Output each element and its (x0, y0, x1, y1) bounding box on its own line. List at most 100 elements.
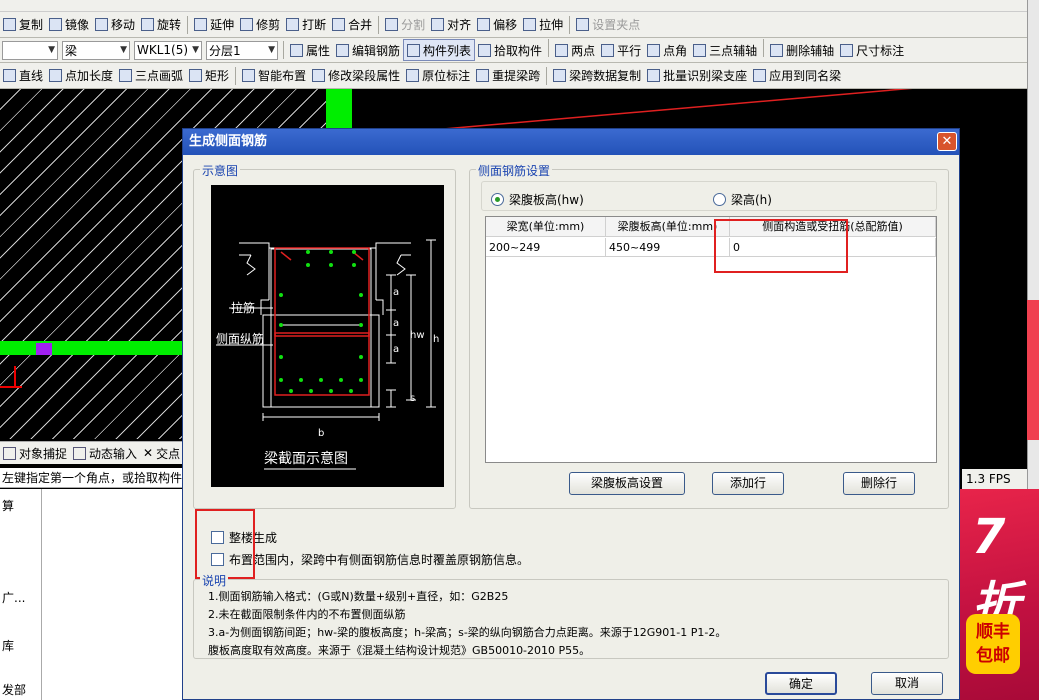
toolbar-label: 旋转 (157, 18, 182, 32)
toolbar-top-strip (0, 0, 1027, 12)
snap-icon (3, 446, 16, 460)
rebar-table[interactable]: 梁宽(单位:mm) 梁腹板高(单位:mm) 侧面构造或受扭筋(总配筋值) 200… (485, 216, 937, 463)
rect-button[interactable]: 矩形 (186, 65, 232, 87)
property-button[interactable]: 属性 (287, 39, 333, 61)
toolbar-label: 原位标注 (422, 69, 471, 83)
intersect-toggle[interactable]: ✕ 交点 (140, 442, 183, 464)
toolbar-label: 点加长度 (65, 69, 114, 83)
modify-span-icon (312, 69, 326, 82)
radio-web-height[interactable]: 梁腹板高(hw) (491, 191, 584, 208)
toolbar-label: 尺寸标注 (856, 43, 905, 58)
dynamic-input-toggle[interactable]: 动态输入 (70, 442, 140, 464)
ad-banner[interactable]: 7折 顺丰 包邮 (960, 489, 1039, 700)
axis-y-icon (14, 366, 16, 386)
toolbar-label: 编辑钢筋 (352, 43, 401, 58)
delete-row-button[interactable]: 删除行 (843, 472, 915, 495)
toolbar-label: 重提梁跨 (492, 69, 541, 83)
overwrite-checkbox[interactable]: 布置范围内，梁跨中有侧面钢筋信息时覆盖原钢筋信息。 (211, 551, 529, 568)
radio-beam-height-control (713, 193, 726, 206)
in-situ-label-icon (406, 69, 420, 82)
stretch-icon (523, 18, 537, 31)
apply-same-button[interactable]: 应用到同名梁 (750, 65, 844, 87)
type-select-prefix[interactable]: ▼ (2, 40, 58, 60)
toolbar-label: 矩形 (205, 69, 230, 83)
stretch-button[interactable]: 拉伸 (520, 14, 566, 36)
toolbar-label: 应用到同名梁 (769, 69, 842, 83)
trim-button[interactable]: 修剪 (237, 14, 283, 36)
beam-element[interactable] (0, 341, 185, 355)
toolbar-label: 偏移 (493, 18, 518, 32)
pick-button[interactable]: 拾取构件 (475, 39, 545, 61)
copy-icon (3, 18, 16, 31)
dialog-title: 生成侧面钢筋 (189, 134, 268, 149)
sketch-label-b: b (318, 428, 324, 439)
sketch-label-a3: a (393, 344, 399, 355)
separator (187, 15, 189, 34)
separator (283, 41, 284, 59)
side-ad-strip (1027, 300, 1039, 440)
point-angle-button[interactable]: 点角 (644, 39, 690, 61)
grip-button[interactable]: 设置夹点 (573, 14, 643, 36)
offset-button[interactable]: 偏移 (474, 14, 520, 36)
snap-toggle[interactable]: 对象捕捉 (0, 442, 70, 464)
edit-rebar-button[interactable]: 编辑钢筋 (333, 39, 403, 61)
tree-item[interactable]: 算 (2, 497, 14, 514)
parallel-button[interactable]: 平行 (598, 39, 644, 61)
table-cell[interactable]: 450~499 (606, 238, 730, 257)
dimension-button[interactable]: 尺寸标注 (837, 39, 907, 61)
point-angle-icon (647, 43, 661, 57)
delete-aux-button[interactable]: 删除辅轴 (767, 39, 837, 61)
cancel-button[interactable]: 取消 (871, 672, 943, 695)
point-length-button[interactable]: 点加长度 (46, 65, 116, 87)
break-button[interactable]: 打断 (283, 14, 329, 36)
tree-item[interactable]: 广... (2, 589, 25, 606)
split-button[interactable]: 分割 (382, 14, 428, 36)
rotate-button[interactable]: 旋转 (138, 14, 184, 36)
arc-button[interactable]: 三点画弧 (116, 65, 186, 87)
modify-span-button[interactable]: 修改梁段属性 (309, 65, 403, 87)
web-height-settings-button[interactable]: 梁腹板高设置 (569, 472, 685, 495)
element-select[interactable]: WKL1(5) ▼ (134, 40, 202, 60)
smart-layout-button[interactable]: 智能布置 (239, 65, 309, 87)
toolbar-label: 构件列表 (423, 43, 472, 58)
offset-icon (477, 18, 491, 31)
close-icon: ✕ (941, 134, 953, 149)
type-select[interactable]: 梁 ▼ (62, 40, 130, 60)
sketch-label-tie: 拉筋 (231, 300, 255, 315)
separator (569, 15, 571, 34)
sketch-label-hw: hw (410, 330, 425, 341)
extend-button[interactable]: 延伸 (191, 14, 237, 36)
toolbar-label: 移动 (111, 18, 136, 32)
note-line: 1.侧面钢筋输入格式：(G或N)数量+级别+直径，如：G2B25 (208, 590, 509, 603)
mirror-button[interactable]: 镜像 (46, 14, 92, 36)
separator (548, 39, 550, 57)
close-button[interactable]: ✕ (937, 132, 957, 151)
dynamic-input-icon (73, 446, 87, 460)
copy-span-data-button[interactable]: 梁跨数据复制 (550, 65, 644, 87)
batch-identify-button[interactable]: 批量识别梁支座 (644, 65, 750, 87)
radio-beam-height[interactable]: 梁高(h) (713, 191, 772, 208)
two-point-button[interactable]: 两点 (552, 39, 598, 61)
re-extract-span-button[interactable]: 重提梁跨 (473, 65, 543, 87)
align-button[interactable]: 对齐 (428, 14, 474, 36)
in-situ-label-button[interactable]: 原位标注 (403, 65, 473, 87)
copy-button[interactable]: 复制 (0, 14, 46, 36)
layer-select[interactable]: 分层1 ▼ (206, 40, 278, 60)
notes-group: 说明 1.侧面钢筋输入格式：(G或N)数量+级别+直径，如：G2B25 2.未在… (193, 572, 949, 659)
three-point-aux-button[interactable]: 三点辅轴 (690, 39, 760, 61)
dialog-titlebar[interactable]: 生成侧面钢筋 ✕ (183, 129, 959, 155)
toolbar-label: 设置夹点 (592, 18, 641, 32)
table-cell[interactable]: 200~249 (486, 238, 606, 257)
tree-item[interactable]: 库 (2, 637, 14, 654)
list-button[interactable]: 构件列表 (403, 39, 476, 61)
move-button[interactable]: 移动 (92, 14, 138, 36)
tree-item[interactable]: 发部 (2, 681, 26, 698)
two-point-icon (555, 43, 569, 57)
ok-button[interactable]: 确定 (765, 672, 837, 695)
point-length-icon (49, 69, 63, 82)
line-button[interactable]: 直线 (0, 65, 46, 87)
add-row-button[interactable]: 添加行 (712, 472, 784, 495)
merge-button[interactable]: 合并 (329, 14, 375, 36)
edit-rebar-icon (336, 43, 350, 57)
note-line: 3.a-为侧面钢筋间距；hw-梁的腹板高度；h-梁高；s-梁的纵向钢筋合力点距离… (208, 626, 727, 639)
